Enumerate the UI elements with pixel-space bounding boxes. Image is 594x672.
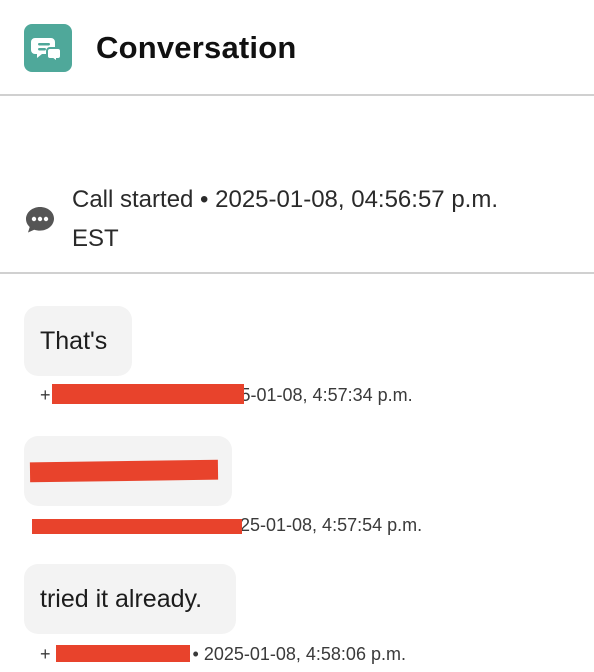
call-timezone: EST (72, 225, 119, 252)
call-started-event: Call started • 2025-01-08, 04:56:57 p.m.… (0, 98, 594, 274)
chat-bubbles-icon (24, 24, 72, 72)
message-text: That's (40, 327, 108, 355)
redaction-bar (56, 645, 190, 662)
message-bubble: tried it already. (24, 564, 236, 634)
message-text: tried it already. (40, 585, 203, 613)
chat-dots-icon (24, 204, 56, 236)
message-timestamp: 25-01-08, 4:57:54 p.m. (240, 515, 423, 535)
page-title: Conversation (96, 30, 297, 65)
sender-prefix: + (40, 644, 51, 664)
message-timestamp: • 2025-01-08, 4:58:06 p.m. (192, 644, 406, 664)
redaction-bar (32, 519, 242, 534)
message-meta: 25-01-08, 4:57:54 p.m. (240, 515, 422, 536)
sender-prefix: + (40, 385, 51, 405)
redaction-bar (29, 459, 219, 483)
conversation-header: Conversation (0, 0, 594, 96)
redaction-bar (52, 384, 244, 404)
call-started-text: Call started • 2025-01-08, 04:56:57 p.m.… (72, 180, 582, 258)
call-started-line: Call started • 2025-01-08, 04:56:57 p.m. (72, 186, 498, 213)
conversation-panel: Conversation Call started • 2025-01-08, … (0, 0, 594, 672)
message-timestamp: 5-01-08, 4:57:34 p.m. (240, 385, 413, 405)
message-bubble: That's (24, 306, 132, 376)
